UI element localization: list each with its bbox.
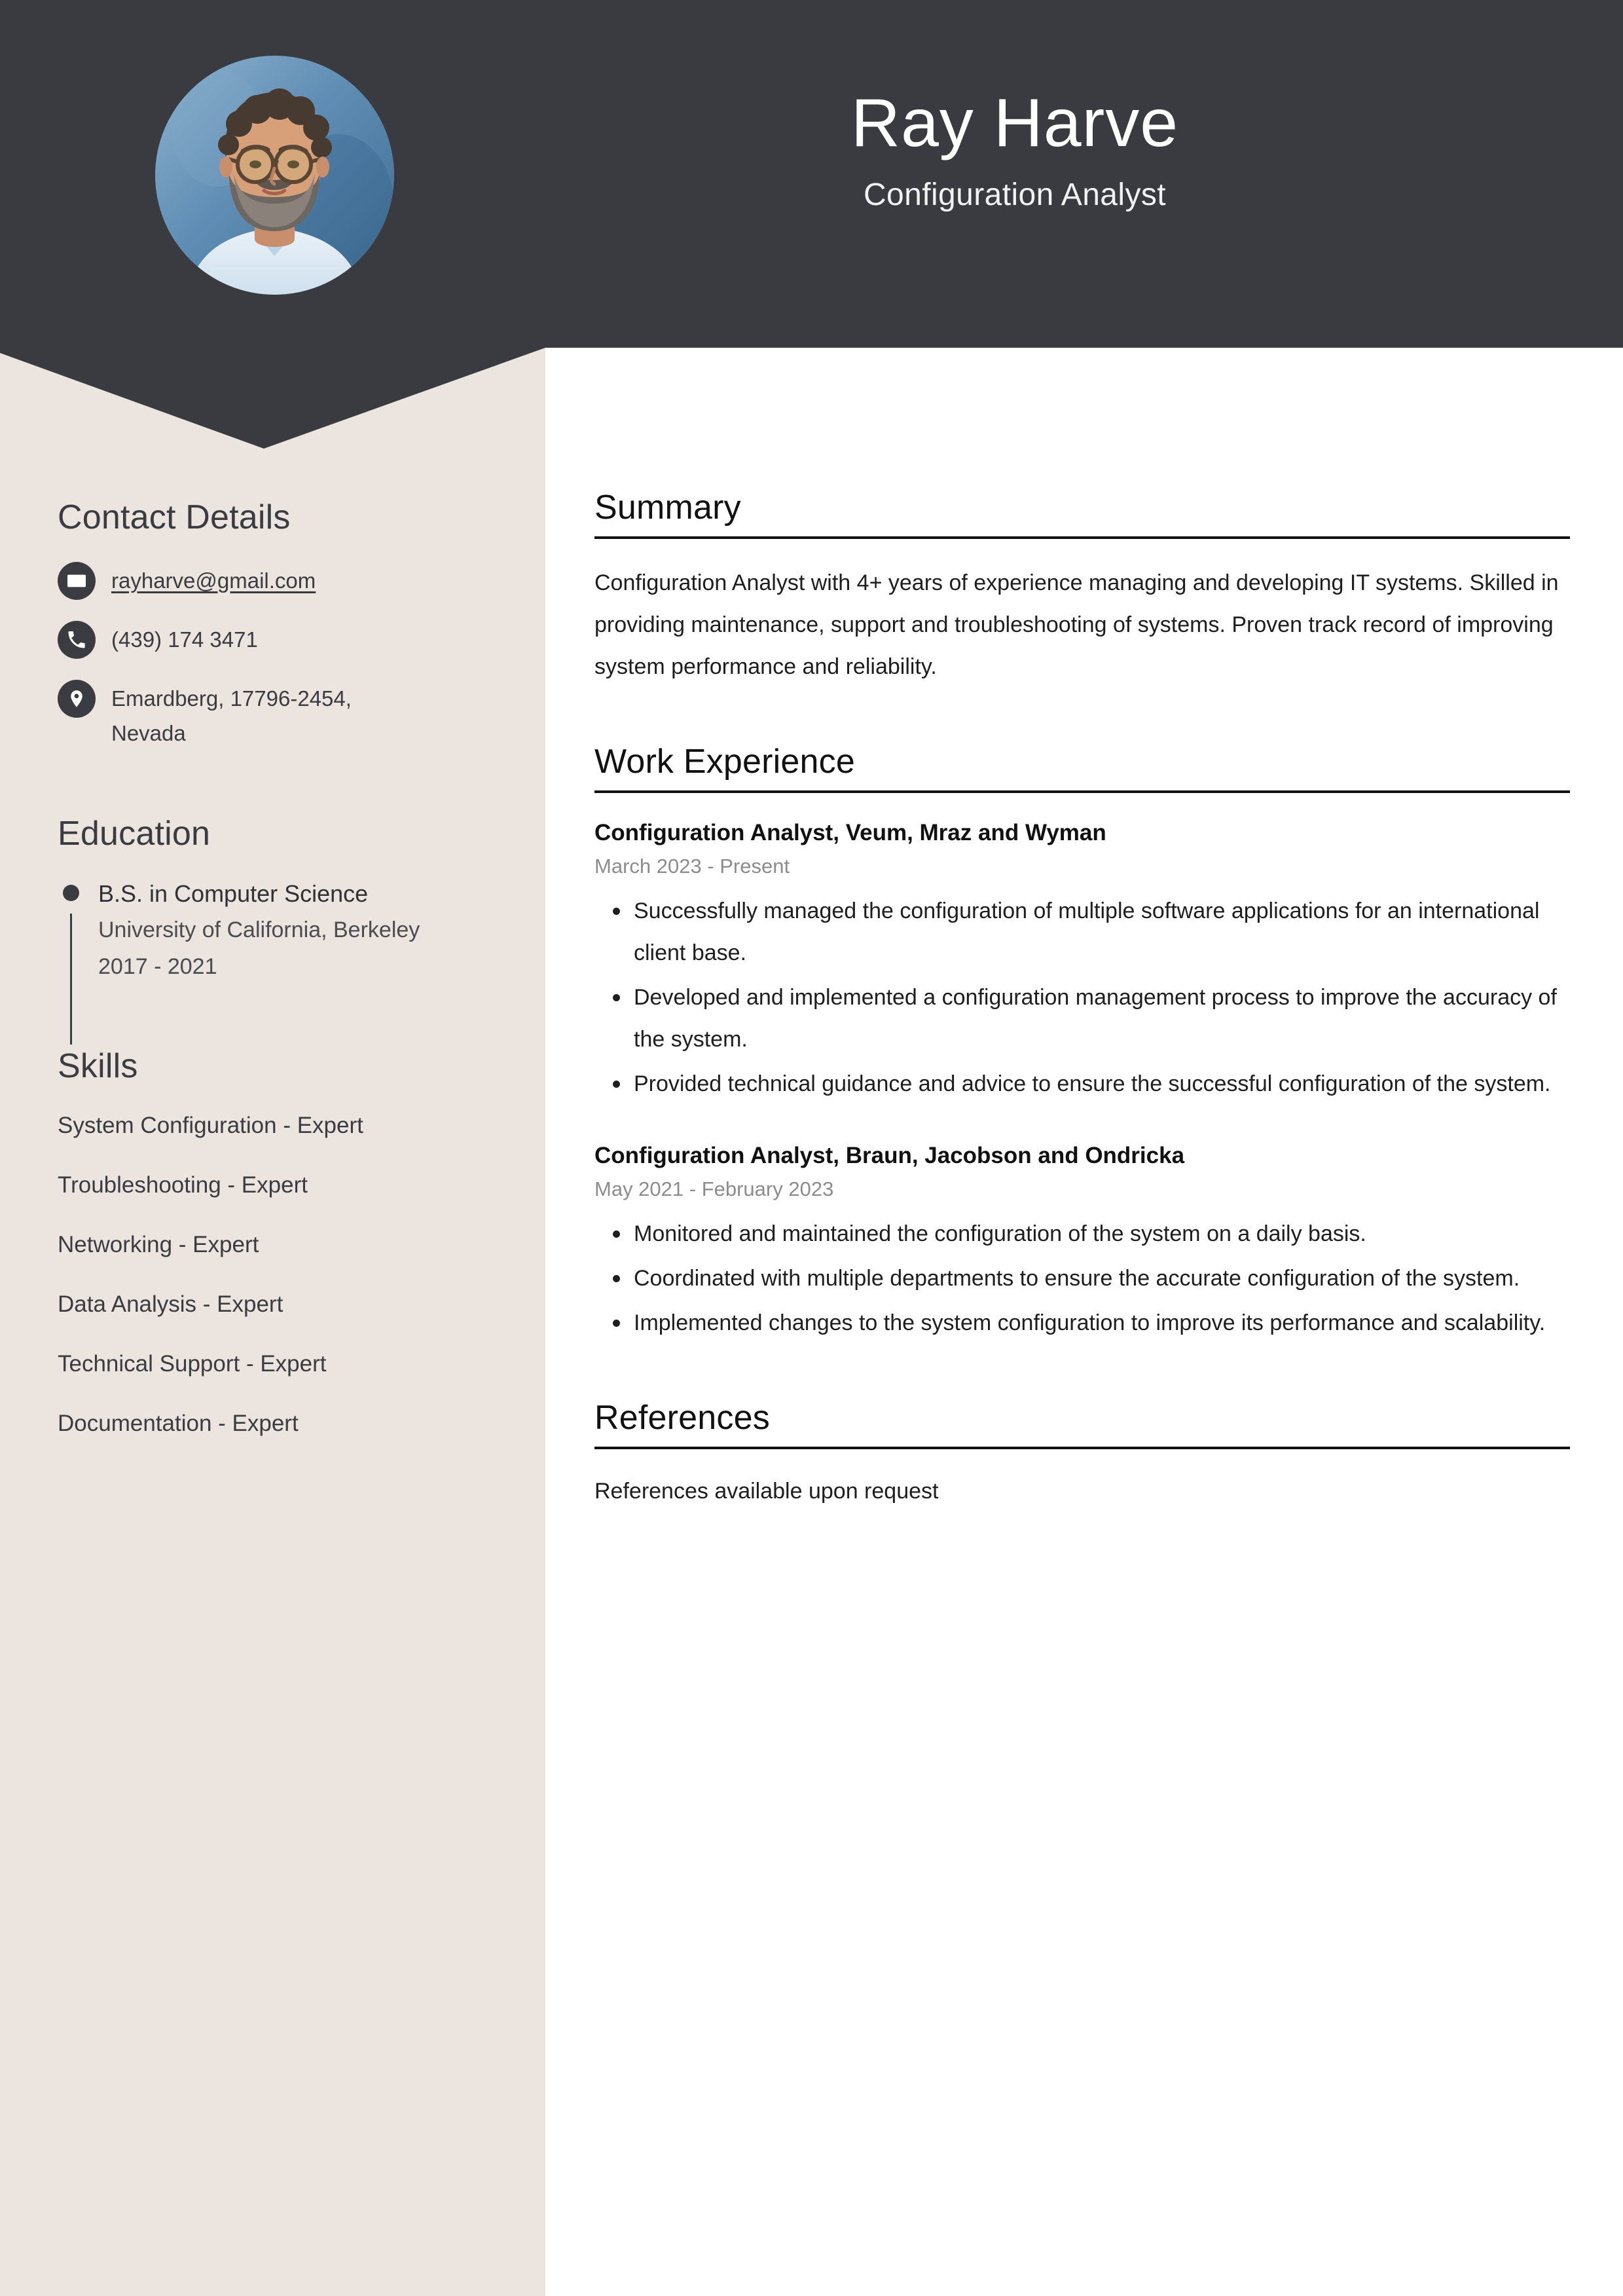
education-item: B.S. in Computer Science University of C… <box>58 877 490 1045</box>
education-degree: B.S. in Computer Science <box>98 880 369 907</box>
education-bullet-icon <box>63 884 79 901</box>
education-years: 2017 - 2021 <box>98 954 217 979</box>
candidate-job-title: Configuration Analyst <box>863 177 1166 213</box>
contact-address-value: Emardberg, 17796-2454, Nevada <box>111 686 352 746</box>
header-chevron-shape <box>0 348 545 449</box>
map-pin-icon <box>58 680 96 718</box>
work-experience-section: Work Experience Configuration Analyst, V… <box>594 742 1570 1344</box>
resume-page: Ray Harve Configuration Analyst Contact … <box>0 0 1623 2296</box>
skill-item: Data Analysis - Expert <box>58 1291 283 1318</box>
skills-section: Skills System Configuration - Expert Tro… <box>58 1046 490 1439</box>
contact-item-email[interactable]: rayharve@gmail.com <box>58 561 490 600</box>
skill-item: Networking - Expert <box>58 1232 259 1258</box>
avatar <box>155 56 394 295</box>
job-bullet: Monitored and maintained the configurati… <box>594 1213 1570 1255</box>
job-bullet-list: Monitored and maintained the configurati… <box>594 1213 1570 1344</box>
contact-phone-value[interactable]: (439) 174 3471 <box>111 620 258 657</box>
candidate-name: Ray Harve <box>850 85 1179 161</box>
education-school: University of California, Berkeley <box>98 917 420 943</box>
contact-email-value[interactable]: rayharve@gmail.com <box>111 561 316 598</box>
job-dates: May 2021 - February 2023 <box>594 1177 834 1200</box>
job-dates: March 2023 - Present <box>594 854 790 878</box>
contact-item-phone[interactable]: (439) 174 3471 <box>58 620 490 659</box>
education-section: Education B.S. in Computer Science Unive… <box>58 814 490 1045</box>
summary-section: Summary Configuration Analyst with 4+ ye… <box>594 488 1570 688</box>
summary-heading: Summary <box>594 489 741 527</box>
job-entry: Configuration Analyst, Braun, Jacobson a… <box>594 1139 1570 1344</box>
skill-item: Troubleshooting - Expert <box>58 1172 308 1198</box>
skill-item: Technical Support - Expert <box>58 1351 327 1377</box>
contact-details-heading: Contact Details <box>58 498 291 536</box>
contact-details-section: Contact Details rayharve@gmail.com (439)… <box>58 498 490 751</box>
header-text-block: Ray Harve Configuration Analyst <box>602 85 1427 213</box>
main-content: Summary Configuration Analyst with 4+ ye… <box>594 488 1570 1511</box>
job-title: Configuration Analyst, Veum, Mraz and Wy… <box>594 819 1106 845</box>
job-bullet-list: Successfully managed the configuration o… <box>594 891 1570 1105</box>
contact-item-address: Emardberg, 17796-2454, Nevada <box>58 678 490 751</box>
skills-heading: Skills <box>58 1047 138 1086</box>
work-experience-heading: Work Experience <box>594 742 855 781</box>
references-section: References References available upon req… <box>594 1398 1570 1511</box>
education-timeline-line <box>70 913 72 1045</box>
job-bullet: Provided technical guidance and advice t… <box>594 1064 1570 1105</box>
job-bullet: Implemented changes to the system config… <box>594 1303 1570 1344</box>
job-bullet: Developed and implemented a configuratio… <box>594 977 1570 1061</box>
work-experience-divider <box>594 790 1570 793</box>
skill-item: System Configuration - Expert <box>58 1113 363 1139</box>
education-heading: Education <box>58 814 211 853</box>
summary-text: Configuration Analyst with 4+ years of e… <box>594 570 1559 679</box>
job-entry: Configuration Analyst, Veum, Mraz and Wy… <box>594 817 1570 1105</box>
sidebar: Contact Details rayharve@gmail.com (439)… <box>58 498 490 1439</box>
envelope-icon <box>58 562 96 600</box>
references-heading: References <box>594 1398 770 1437</box>
profile-photo-illustration <box>155 56 394 295</box>
references-divider <box>594 1446 1570 1449</box>
contact-list: rayharve@gmail.com (439) 174 3471 Emardb… <box>58 561 490 751</box>
phone-icon <box>58 621 96 659</box>
summary-divider <box>594 536 1570 539</box>
job-bullet: Coordinated with multiple departments to… <box>594 1258 1570 1300</box>
job-title: Configuration Analyst, Braun, Jacobson a… <box>594 1142 1185 1168</box>
references-text: References available upon request <box>594 1478 939 1504</box>
job-bullet: Successfully managed the configuration o… <box>594 891 1570 974</box>
skill-item: Documentation - Expert <box>58 1411 299 1437</box>
